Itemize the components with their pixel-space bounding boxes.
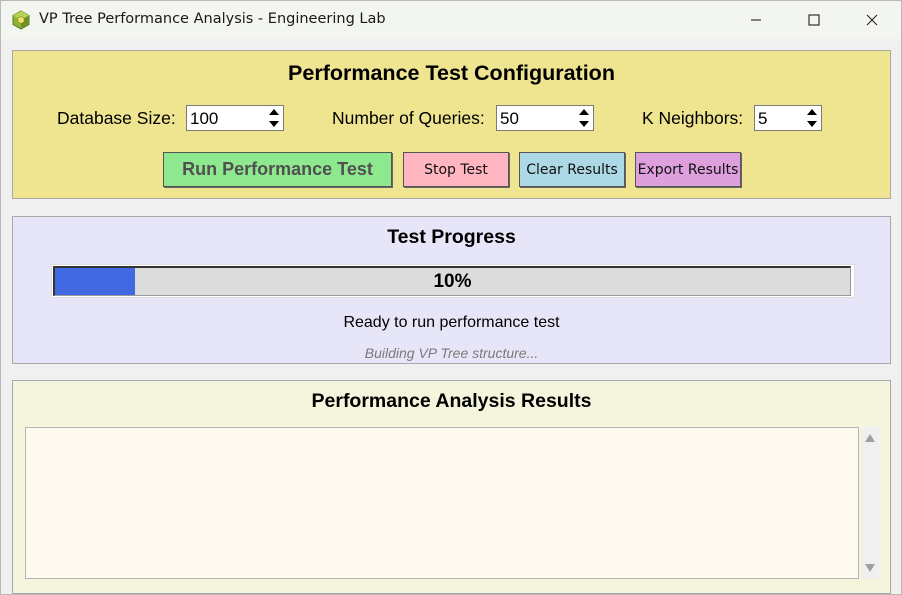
results-title: Performance Analysis Results: [311, 390, 592, 412]
decrement-arrow-icon[interactable]: [579, 121, 589, 127]
config-panel: Performance Test Configuration Database …: [12, 50, 891, 199]
database-size-spinbox[interactable]: 100: [186, 105, 284, 131]
k-neighbors-label: K Neighbors:: [642, 108, 744, 128]
close-icon: [866, 14, 878, 26]
minimize-button[interactable]: [727, 1, 785, 39]
results-scrollbar[interactable]: [861, 427, 879, 579]
scroll-down-icon[interactable]: [865, 564, 875, 572]
increment-arrow-icon[interactable]: [269, 109, 279, 115]
queries-spinbox[interactable]: 50: [496, 105, 594, 131]
database-size-stepper[interactable]: [266, 106, 283, 130]
stop-test-button[interactable]: Stop Test: [403, 152, 509, 187]
increment-arrow-icon[interactable]: [579, 109, 589, 115]
database-size-label: Database Size:: [57, 108, 176, 128]
results-textarea[interactable]: [25, 427, 859, 579]
minimize-icon: [751, 19, 761, 21]
k-neighbors-spinbox[interactable]: 5: [754, 105, 822, 131]
scroll-up-icon[interactable]: [865, 434, 875, 442]
status-text: Ready to run performance test: [343, 314, 560, 331]
window-title: VP Tree Performance Analysis - Engineeri…: [39, 11, 386, 27]
decrement-arrow-icon[interactable]: [269, 121, 279, 127]
queries-label: Number of Queries:: [332, 108, 485, 128]
k-neighbors-value: 5: [758, 109, 768, 128]
progress-track: 10%: [53, 266, 851, 296]
k-neighbors-stepper[interactable]: [804, 106, 821, 130]
queries-stepper[interactable]: [576, 106, 593, 130]
app-window: VP Tree Performance Analysis - Engineeri…: [0, 0, 902, 595]
title-bar[interactable]: VP Tree Performance Analysis - Engineeri…: [1, 1, 901, 39]
increment-arrow-icon[interactable]: [807, 109, 817, 115]
progress-bar: 10%: [51, 264, 855, 298]
close-button[interactable]: [843, 1, 901, 39]
run-test-button[interactable]: Run Performance Test: [163, 152, 392, 187]
decrement-arrow-icon[interactable]: [807, 121, 817, 127]
results-panel: Performance Analysis Results: [12, 380, 891, 594]
config-title: Performance Test Configuration: [288, 61, 615, 85]
progress-title: Test Progress: [387, 226, 516, 248]
export-results-button[interactable]: Export Results: [635, 152, 741, 187]
maximize-button[interactable]: [785, 1, 843, 39]
maximize-icon: [808, 14, 820, 26]
app-cube-icon: [11, 10, 31, 30]
clear-results-button[interactable]: Clear Results: [519, 152, 625, 187]
database-size-value: 100: [190, 109, 219, 128]
substatus-text: Building VP Tree structure...: [364, 345, 539, 361]
progress-panel: Test Progress 10% Ready to run performan…: [12, 216, 891, 364]
queries-value: 50: [500, 109, 519, 128]
progress-percent: 10%: [433, 271, 472, 292]
